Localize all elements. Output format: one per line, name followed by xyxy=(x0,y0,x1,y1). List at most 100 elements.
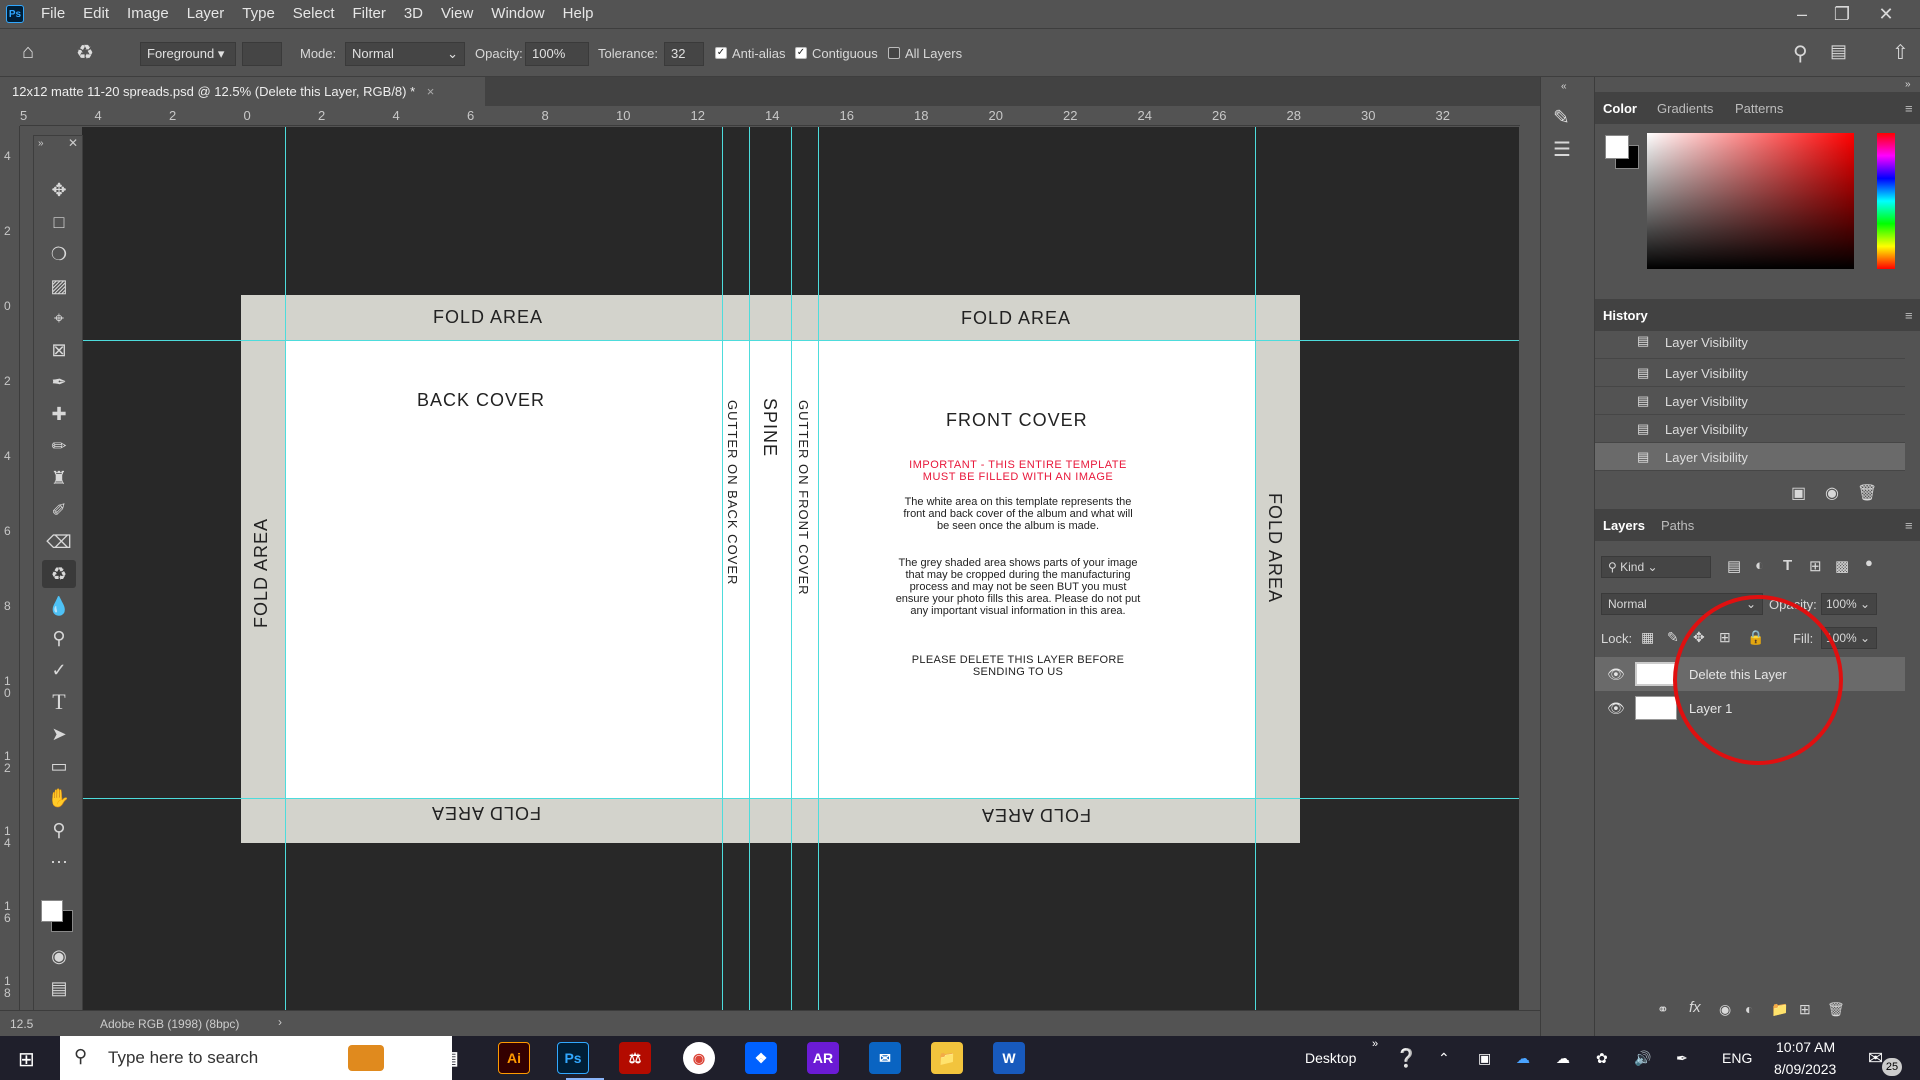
document-canvas[interactable]: FOLD AREA FOLD AREA FOLD AREA FOLD AREA … xyxy=(241,295,1300,843)
taskbar-acrobat-icon[interactable]: ⚖ xyxy=(619,1042,651,1074)
close-tools-icon[interactable]: ✕ xyxy=(68,136,78,150)
pen-tool-icon[interactable]: ✓ xyxy=(42,656,76,684)
windows-start-icon[interactable]: ⊞ xyxy=(18,1047,35,1072)
foreground-color-swatch[interactable] xyxy=(41,900,63,922)
group-folder-icon[interactable]: 📁 xyxy=(1771,1001,1788,1018)
help-icon[interactable]: ❔ xyxy=(1395,1036,1417,1080)
object-selection-tool-icon[interactable]: ▨ xyxy=(42,272,76,300)
tab-gradients[interactable]: Gradients xyxy=(1657,101,1713,116)
crop-tool-icon[interactable]: ⌖ xyxy=(42,304,76,332)
pen-input-icon[interactable]: ✒ xyxy=(1676,1036,1688,1080)
restore-icon[interactable]: ❐ xyxy=(1822,0,1862,28)
adjustment-layer-icon[interactable]: ◐ xyxy=(1745,1001,1753,1017)
workspace-icon[interactable]: ▤ xyxy=(1830,41,1847,62)
filter-smart-object-icon[interactable]: ▩ xyxy=(1835,557,1849,575)
new-layer-icon[interactable]: ⊞ xyxy=(1799,1001,1811,1018)
zoom-tool-icon[interactable]: ⚲ xyxy=(42,816,76,844)
expand-tools-icon[interactable]: » xyxy=(38,138,44,149)
taskbar-chrome-icon[interactable]: ◉ xyxy=(683,1042,715,1074)
task-view-icon[interactable]: ▤ xyxy=(434,1042,466,1074)
taskbar-illustrator-icon[interactable]: Ai xyxy=(498,1042,530,1074)
tab-patterns[interactable]: Patterns xyxy=(1735,101,1783,116)
layer-fx-icon[interactable]: fx xyxy=(1689,999,1701,1016)
menu-edit[interactable]: Edit xyxy=(74,0,118,28)
clone-stamp-tool-icon[interactable]: ♜ xyxy=(42,464,76,492)
document-tab[interactable]: 12x12 matte 11-20 spreads.psd @ 12.5% (D… xyxy=(0,77,485,106)
history-item[interactable]: ▤ Layer Visibility xyxy=(1595,331,1905,359)
delete-layer-icon[interactable]: 🗑 xyxy=(1827,1001,1845,1018)
add-mask-icon[interactable]: ◉ xyxy=(1719,1001,1731,1018)
filter-pixel-icon[interactable]: ▤ xyxy=(1727,557,1741,575)
menu-help[interactable]: Help xyxy=(554,0,603,28)
visibility-eye-icon[interactable]: 👁 xyxy=(1607,666,1625,683)
lock-image-icon[interactable]: ✎ xyxy=(1667,629,1679,646)
healing-brush-tool-icon[interactable]: ✚ xyxy=(42,400,76,428)
filter-toggle-icon[interactable]: ● xyxy=(1865,555,1873,570)
menu-window[interactable]: Window xyxy=(482,0,553,28)
wifi-icon[interactable]: ✿ xyxy=(1596,1036,1608,1080)
brush-tool-icon[interactable]: ✏ xyxy=(42,432,76,460)
menu-type[interactable]: Type xyxy=(233,0,284,28)
all-layers-checkbox[interactable] xyxy=(888,47,900,59)
layers-menu-icon[interactable]: ≡ xyxy=(1905,518,1913,533)
search-icon[interactable]: ⚲ xyxy=(1793,41,1808,66)
zoom-level[interactable]: 12.5 xyxy=(10,1017,33,1031)
paint-bucket-preset-icon[interactable]: ♻ xyxy=(76,40,94,65)
taskbar-photoshop-icon[interactable]: Ps xyxy=(557,1042,589,1074)
language-indicator[interactable]: ENG xyxy=(1722,1036,1752,1080)
taskbar-outlook-icon[interactable]: ✉ xyxy=(869,1042,901,1074)
history-menu-icon[interactable]: ≡ xyxy=(1905,308,1913,323)
menu-select[interactable]: Select xyxy=(284,0,344,28)
more-tools-icon[interactable]: ⋯ xyxy=(42,848,76,876)
type-tool-icon[interactable]: T xyxy=(42,688,76,716)
mode-select[interactable]: Normal ⌄ xyxy=(345,42,465,66)
close-icon[interactable]: ✕ xyxy=(1866,0,1906,28)
pattern-picker[interactable] xyxy=(242,42,282,66)
opacity-input[interactable]: 100% xyxy=(525,42,589,66)
dodge-tool-icon[interactable]: ⚲ xyxy=(42,624,76,652)
visibility-eye-icon[interactable]: 👁 xyxy=(1607,700,1625,717)
meet-now-icon[interactable]: ▣ xyxy=(1478,1036,1491,1080)
history-trash-icon[interactable]: 🗑 xyxy=(1857,483,1877,503)
desktop-toolbar-label[interactable]: Desktop xyxy=(1305,1036,1356,1080)
rectangle-tool-icon[interactable]: ▭ xyxy=(42,752,76,780)
close-tab-icon[interactable]: × xyxy=(427,84,435,99)
share-icon[interactable]: ⇧ xyxy=(1892,40,1909,65)
blur-tool-icon[interactable]: 💧 xyxy=(42,592,76,620)
antialias-checkbox[interactable]: ✓ xyxy=(715,47,727,59)
tab-layers[interactable]: Layers xyxy=(1603,518,1645,533)
layer-filter-kind[interactable]: ⚲ Kind ⌄ xyxy=(1601,556,1711,578)
lasso-tool-icon[interactable]: ❍ xyxy=(42,240,76,268)
menu-filter[interactable]: Filter xyxy=(344,0,395,28)
tab-color[interactable]: Color xyxy=(1603,101,1637,116)
tab-history[interactable]: History xyxy=(1603,308,1648,323)
clock-date[interactable]: 8/09/2023 xyxy=(1774,1036,1836,1080)
taskbar-dropbox-icon[interactable]: ❖ xyxy=(745,1042,777,1074)
history-item-selected[interactable]: ▤ Layer Visibility xyxy=(1595,443,1905,471)
eraser-tool-icon[interactable]: ⌫ xyxy=(42,528,76,556)
screen-mode-icon[interactable]: ▤ xyxy=(42,974,76,1002)
menu-layer[interactable]: Layer xyxy=(178,0,234,28)
paint-bucket-tool-icon[interactable]: ♻ xyxy=(42,560,76,588)
history-item[interactable]: ▤ Layer Visibility xyxy=(1595,359,1905,387)
tab-paths[interactable]: Paths xyxy=(1661,518,1694,533)
menu-3d[interactable]: 3D xyxy=(395,0,432,28)
hue-slider[interactable] xyxy=(1877,133,1895,269)
history-item[interactable]: ▤ Layer Visibility xyxy=(1595,415,1905,443)
color-field[interactable] xyxy=(1647,133,1854,269)
status-expand-icon[interactable]: › xyxy=(278,1015,282,1029)
new-document-from-state-icon[interactable]: ▣ xyxy=(1791,483,1806,503)
properties-icon[interactable]: ☰ xyxy=(1553,137,1571,162)
color-profile[interactable]: Adobe RGB (1998) (8bpc) xyxy=(100,1017,239,1031)
link-layers-icon[interactable]: ⚭ xyxy=(1657,1001,1669,1018)
brush-settings-icon[interactable]: ✎ xyxy=(1553,105,1570,130)
menu-image[interactable]: Image xyxy=(118,0,178,28)
home-icon[interactable]: ⌂ xyxy=(22,41,34,64)
snapshot-camera-icon[interactable]: ◉ xyxy=(1825,483,1839,503)
taskbar-file-explorer-icon[interactable]: 📁 xyxy=(931,1042,963,1074)
marquee-tool-icon[interactable]: □ xyxy=(42,208,76,236)
onedrive-icon[interactable]: ☁ xyxy=(1516,1036,1530,1080)
photoshop-logo[interactable]: Ps xyxy=(6,5,24,23)
cloud-icon[interactable]: ☁ xyxy=(1556,1036,1570,1080)
hand-tool-icon[interactable]: ✋ xyxy=(42,784,76,812)
